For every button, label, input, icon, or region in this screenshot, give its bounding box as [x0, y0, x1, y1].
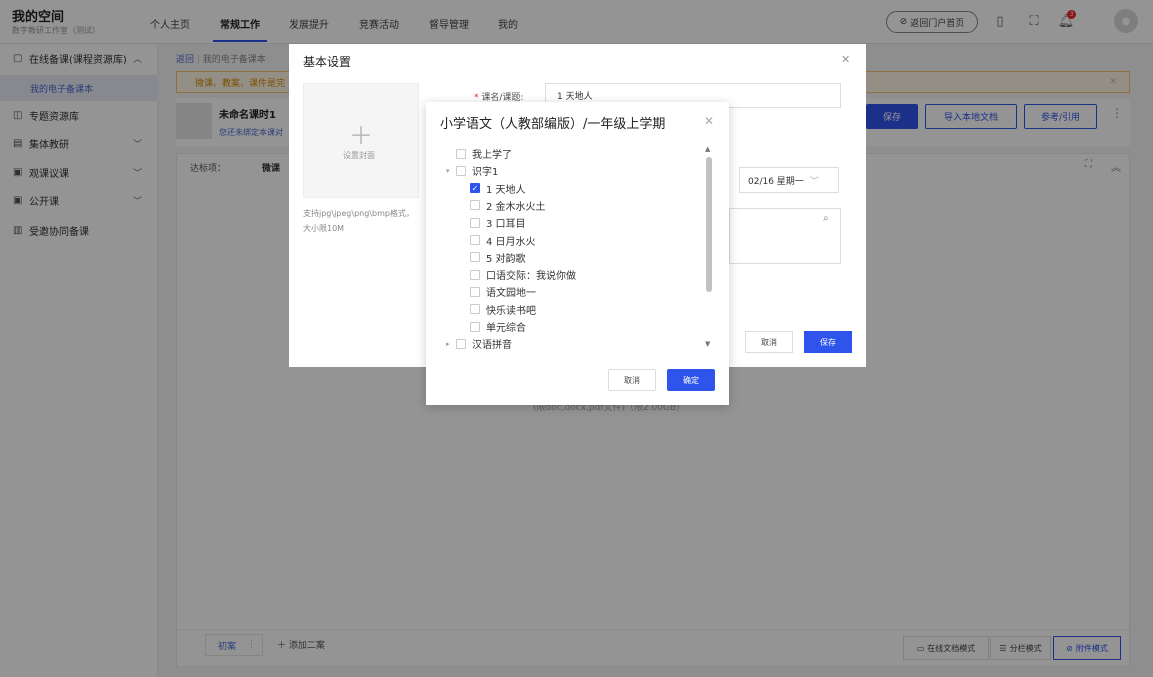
tree-item[interactable]: 3 口耳目 — [460, 214, 526, 231]
checkbox[interactable] — [470, 252, 480, 263]
plus-icon: ＋ — [349, 122, 373, 150]
tree-item-label: 1 天地人 — [486, 184, 526, 196]
tree-toggle-icon[interactable]: ▾ — [446, 167, 456, 175]
scroll-up-icon[interactable]: ▲ — [705, 145, 710, 153]
checkbox[interactable] — [470, 321, 480, 332]
tree-item[interactable]: 语文园地一 — [460, 283, 536, 300]
checkbox[interactable] — [470, 269, 480, 280]
tree-item-label: 我上学了 — [472, 150, 512, 161]
checkbox[interactable] — [470, 235, 480, 245]
tree-item[interactable]: ▸ 汉语拼音 — [446, 335, 512, 352]
scrollbar-thumb[interactable] — [706, 157, 712, 292]
checkbox[interactable] — [470, 286, 480, 297]
tree-item[interactable]: ▾ 识字1 — [446, 162, 498, 179]
tree-item[interactable]: ✓ 1 天地人 — [460, 180, 526, 197]
tree-item-label: 口语交际：我说你做 — [486, 271, 576, 283]
cancel-button[interactable]: 取消 — [608, 369, 656, 391]
tree-item[interactable]: 我上学了 — [446, 145, 512, 162]
tree-item[interactable]: 4 日月水火 — [460, 232, 536, 249]
tree-item-label: 语文园地一 — [486, 288, 536, 300]
cover-label: 设置封面 — [343, 151, 375, 160]
tree-item-label: 5 对韵歌 — [486, 253, 526, 265]
chapter-picker-title: 小学语文（人教部编版）/一年级上学期 — [440, 117, 666, 132]
tree-item[interactable]: 单元综合 — [460, 318, 526, 335]
close-icon[interactable]: ✕ — [841, 53, 850, 66]
tree-item[interactable]: 2 金木水火土 — [460, 197, 546, 214]
date-picker[interactable]: 02/16 星期一 ﹀ — [739, 167, 839, 193]
tree-item-label: 3 口耳目 — [486, 219, 526, 231]
close-icon[interactable]: ✕ — [704, 114, 714, 128]
checkbox[interactable] — [470, 304, 480, 315]
checkbox[interactable] — [456, 338, 466, 349]
tree-toggle-icon[interactable]: ▸ — [446, 340, 456, 348]
checkbox-checked[interactable]: ✓ — [470, 183, 480, 194]
save-button[interactable]: 保存 — [804, 331, 852, 353]
cover-hint: 支持jpg\jpeg\png\bmp格式， — [303, 209, 414, 218]
scroll-down-icon[interactable]: ▼ — [705, 340, 710, 348]
tree-item-label: 汉语拼音 — [472, 340, 512, 352]
tree-item[interactable]: 口语交际：我说你做 — [460, 266, 576, 283]
checkbox[interactable] — [456, 148, 466, 159]
basic-settings-title: 基本设置 — [303, 55, 352, 69]
confirm-button[interactable]: 确定 — [667, 369, 715, 391]
search-icon[interactable]: ⌕ — [823, 213, 829, 224]
cover-size-hint: 大小限10M — [303, 224, 345, 233]
cancel-button[interactable]: 取消 — [745, 331, 793, 353]
chevron-down-icon: ﹀ — [809, 176, 819, 187]
tree-item[interactable]: 快乐读书吧 — [460, 301, 536, 318]
tree-item-label: 4 日月水火 — [486, 236, 536, 248]
tree-item-label: 识字1 — [472, 167, 499, 179]
date-value: 02/16 星期一 — [748, 176, 804, 187]
checkbox[interactable] — [470, 200, 480, 211]
tree-item-label: 2 金木水火土 — [486, 201, 546, 213]
tree-item-label: 单元综合 — [486, 323, 526, 334]
tree-item-label: 快乐读书吧 — [486, 305, 536, 317]
checkbox[interactable] — [470, 217, 480, 228]
tree-item[interactable]: 5 对韵歌 — [460, 249, 526, 266]
checkbox[interactable] — [456, 165, 466, 176]
